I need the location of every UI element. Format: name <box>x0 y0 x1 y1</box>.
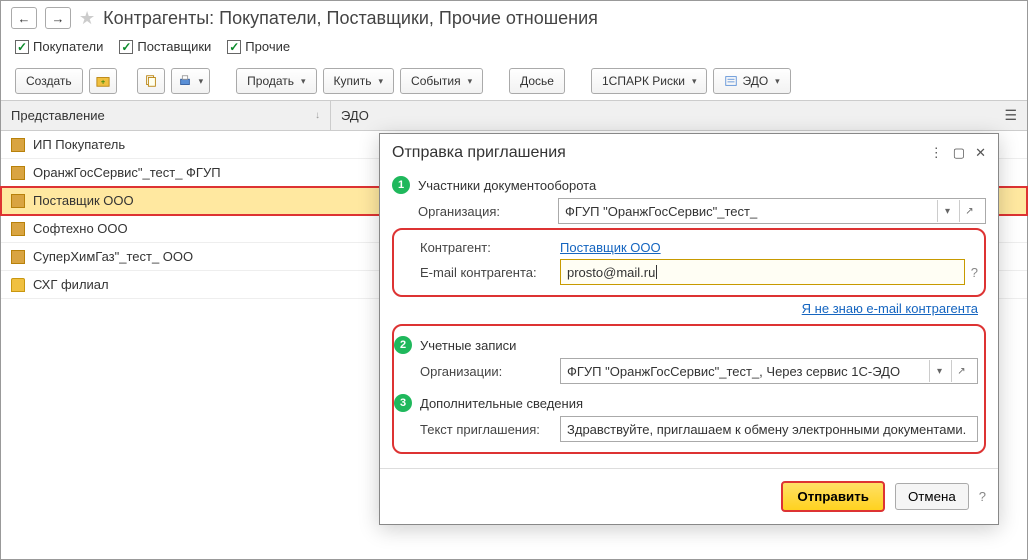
button-label: Купить <box>334 74 372 88</box>
highlight-accounts-block: 2 Учетные записи Организации: ФГУП "Оран… <box>392 324 986 454</box>
edo-button[interactable]: ЭДО <box>713 68 790 94</box>
step-2-badge: 2 <box>394 336 412 354</box>
button-label: Досье <box>520 74 554 88</box>
org-input[interactable]: ФГУП "ОранжГосСервис"_тест_ ▾ ↗ <box>558 198 986 224</box>
step-1-label: Участники документооборота <box>418 178 596 193</box>
step-1-badge: 1 <box>392 176 410 194</box>
copy-icon <box>144 74 158 88</box>
cancel-button[interactable]: Отмена <box>895 483 969 510</box>
forward-button[interactable]: → <box>45 7 71 29</box>
help-icon[interactable]: ? <box>971 265 978 280</box>
folder-plus-icon: + <box>96 74 110 88</box>
favorite-star-icon[interactable]: ★ <box>79 8 95 29</box>
open-icon[interactable]: ↗ <box>951 360 971 382</box>
button-label: 1СПАРК Риски <box>602 74 685 88</box>
svg-text:+: + <box>100 78 105 87</box>
dialog-title: Отправка приглашения <box>392 144 566 162</box>
column-header-edo[interactable]: ЭДО ☰ <box>331 101 1027 130</box>
checkbox-icon <box>227 40 241 54</box>
checkbox-icon <box>119 40 133 54</box>
folder-icon <box>11 278 25 292</box>
item-label: СХГ филиал <box>33 277 109 292</box>
step-3-label: Дополнительные сведения <box>420 396 583 411</box>
send-invitation-dialog: Отправка приглашения ⋮ ▢ ✕ 1 Участники д… <box>379 133 999 525</box>
unknown-email-link[interactable]: Я не знаю e-mail контрагента <box>802 301 978 316</box>
column-label: Представление <box>11 108 105 123</box>
list-view-icon[interactable]: ☰ <box>1004 107 1017 124</box>
invite-text-label: Текст приглашения: <box>420 422 560 437</box>
close-icon[interactable]: ✕ <box>975 145 986 161</box>
item-label: ОранжГосСервис"_тест_ ФГУП <box>33 165 221 180</box>
open-icon[interactable]: ↗ <box>959 200 979 222</box>
org-label: Организация: <box>418 204 558 219</box>
button-label: ЭДО <box>742 74 768 88</box>
back-button[interactable]: ← <box>11 7 37 29</box>
events-button[interactable]: События <box>400 68 483 94</box>
dropdown-icon[interactable]: ▾ <box>929 360 949 382</box>
edo-icon <box>724 74 738 88</box>
item-label: Софтехно ООО <box>33 221 128 236</box>
button-label: Создать <box>26 74 72 88</box>
org-value: ФГУП "ОранжГосСервис"_тест_ <box>565 204 757 219</box>
item-label: СуперХимГаз"_тест_ ООО <box>33 249 193 264</box>
copy-button[interactable] <box>137 68 165 94</box>
buy-button[interactable]: Купить <box>323 68 394 94</box>
sort-indicator-icon: ↓ <box>315 110 320 121</box>
item-icon <box>11 138 25 152</box>
email-input[interactable]: prosto@mail.ru <box>560 259 965 285</box>
page-title: Контрагенты: Покупатели, Поставщики, Про… <box>103 8 598 29</box>
button-label: События <box>411 74 461 88</box>
item-icon <box>11 250 25 264</box>
filter-buyers[interactable]: Покупатели <box>15 39 103 54</box>
filter-suppliers[interactable]: Поставщики <box>119 39 211 54</box>
item-icon <box>11 166 25 180</box>
item-icon <box>11 194 25 208</box>
item-label: ИП Покупатель <box>33 137 125 152</box>
filter-label: Покупатели <box>33 39 103 54</box>
dossier-button[interactable]: Досье <box>509 68 565 94</box>
contractor-label: Контрагент: <box>420 240 560 255</box>
printer-icon <box>178 74 192 88</box>
create-button[interactable]: Создать <box>15 68 83 94</box>
accounts-value: ФГУП "ОранжГосСервис"_тест_, Через серви… <box>567 364 900 379</box>
item-label: Поставщик ООО <box>33 193 134 208</box>
dropdown-icon[interactable]: ▾ <box>937 200 957 222</box>
sell-button[interactable]: Продать <box>236 68 316 94</box>
accounts-label: Организации: <box>420 364 560 379</box>
more-icon[interactable]: ⋮ <box>930 145 943 161</box>
maximize-icon[interactable]: ▢ <box>953 145 965 161</box>
invite-text-input[interactable]: Здравствуйте, приглашаем к обмену электр… <box>560 416 978 442</box>
filter-label: Прочие <box>245 39 290 54</box>
spark-risks-button[interactable]: 1СПАРК Риски <box>591 68 708 94</box>
highlight-contractor-block: Контрагент: Поставщик ООО E-mail контраг… <box>392 228 986 297</box>
filter-others[interactable]: Прочие <box>227 39 290 54</box>
email-label: E-mail контрагента: <box>420 265 560 280</box>
item-icon <box>11 222 25 236</box>
text-cursor <box>656 265 657 279</box>
accounts-input[interactable]: ФГУП "ОранжГосСервис"_тест_, Через серви… <box>560 358 978 384</box>
new-folder-button[interactable]: + <box>89 68 117 94</box>
column-label: ЭДО <box>341 108 369 123</box>
help-icon[interactable]: ? <box>979 489 986 504</box>
step-2-label: Учетные записи <box>420 338 516 353</box>
invite-text-value: Здравствуйте, приглашаем к обмену электр… <box>567 422 966 437</box>
contractor-link[interactable]: Поставщик ООО <box>560 240 661 255</box>
button-label: Продать <box>247 74 294 88</box>
print-button[interactable] <box>171 68 211 94</box>
email-value: prosto@mail.ru <box>567 265 655 280</box>
column-header-name[interactable]: Представление ↓ <box>1 101 331 130</box>
send-button[interactable]: Отправить <box>781 481 885 512</box>
step-3-badge: 3 <box>394 394 412 412</box>
filter-label: Поставщики <box>137 39 211 54</box>
checkbox-icon <box>15 40 29 54</box>
